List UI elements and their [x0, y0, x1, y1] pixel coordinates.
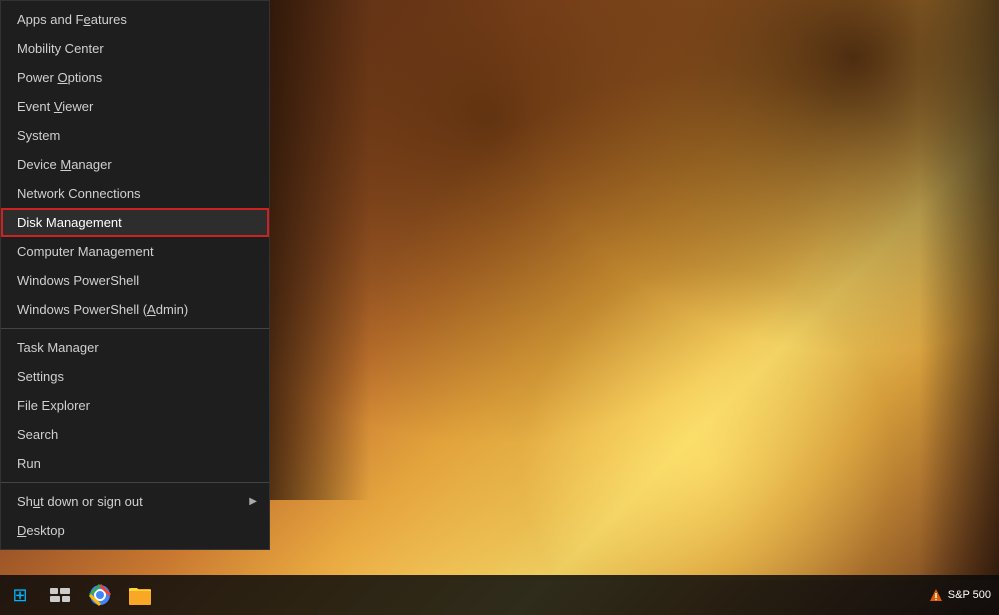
menu-item-label: System	[17, 128, 60, 143]
menu-item-settings[interactable]: Settings	[1, 362, 269, 391]
menu-item-network-connections[interactable]: Network Connections	[1, 179, 269, 208]
task-view-icon	[50, 588, 70, 602]
menu-item-label: Device Manager	[17, 157, 112, 172]
menu-item-mobility-center[interactable]: Mobility Center	[1, 34, 269, 63]
stock-label: S&P 500	[948, 589, 991, 601]
tree-silhouette-left	[270, 0, 370, 500]
desktop-overlay	[270, 0, 999, 580]
file-explorer-taskbar-icon[interactable]	[122, 577, 158, 613]
menu-item-label: Network Connections	[17, 186, 141, 201]
menu-separator-1	[1, 328, 269, 329]
menu-item-label: Task Manager	[17, 340, 99, 355]
menu-item-label: Run	[17, 456, 41, 471]
chrome-icon	[88, 583, 112, 607]
menu-item-label: Windows PowerShell (Admin)	[17, 302, 188, 317]
tree-silhouette-right	[919, 0, 999, 580]
menu-item-file-explorer[interactable]: File Explorer	[1, 391, 269, 420]
menu-item-search[interactable]: Search	[1, 420, 269, 449]
menu-item-computer-management[interactable]: Computer Management	[1, 237, 269, 266]
menu-item-label: Settings	[17, 369, 64, 384]
menu-item-label: Windows PowerShell	[17, 273, 139, 288]
menu-item-label: Apps and Features	[17, 12, 127, 27]
menu-item-device-manager[interactable]: Device Manager	[1, 150, 269, 179]
context-menu: Apps and Features Mobility Center Power …	[0, 0, 270, 550]
file-explorer-icon	[129, 585, 151, 605]
menu-item-disk-management[interactable]: Disk Management	[1, 208, 269, 237]
menu-item-label: File Explorer	[17, 398, 90, 413]
menu-item-label: Shut down or sign out	[17, 494, 143, 509]
menu-item-label: Power Options	[17, 70, 102, 85]
menu-item-run[interactable]: Run	[1, 449, 269, 478]
menu-item-shutdown[interactable]: Shut down or sign out	[1, 487, 269, 516]
menu-item-label: Search	[17, 427, 58, 442]
menu-item-apps-features[interactable]: Apps and Features	[1, 5, 269, 34]
menu-item-label: Event Viewer	[17, 99, 93, 114]
task-view-button[interactable]	[42, 577, 78, 613]
chrome-taskbar-icon[interactable]	[82, 577, 118, 613]
menu-item-task-manager[interactable]: Task Manager	[1, 333, 269, 362]
menu-item-label: Disk Management	[17, 215, 122, 230]
start-button[interactable]: ⊞	[2, 577, 38, 613]
menu-item-desktop[interactable]: Desktop	[1, 516, 269, 545]
menu-item-windows-powershell-admin[interactable]: Windows PowerShell (Admin)	[1, 295, 269, 324]
taskbar-system-tray: S&P 500	[928, 587, 999, 603]
menu-item-label: Computer Management	[17, 244, 154, 259]
menu-item-windows-powershell[interactable]: Windows PowerShell	[1, 266, 269, 295]
menu-separator-2	[1, 482, 269, 483]
windows-logo-icon: ⊞	[12, 585, 27, 606]
menu-item-system[interactable]: System	[1, 121, 269, 150]
menu-item-event-viewer[interactable]: Event Viewer	[1, 92, 269, 121]
menu-item-power-options[interactable]: Power Options	[1, 63, 269, 92]
taskbar: ⊞	[0, 575, 999, 615]
menu-item-label: Mobility Center	[17, 41, 104, 56]
menu-item-label: Desktop	[17, 523, 65, 538]
stock-up-icon	[928, 587, 944, 603]
stock-ticker: S&P 500	[928, 587, 991, 603]
